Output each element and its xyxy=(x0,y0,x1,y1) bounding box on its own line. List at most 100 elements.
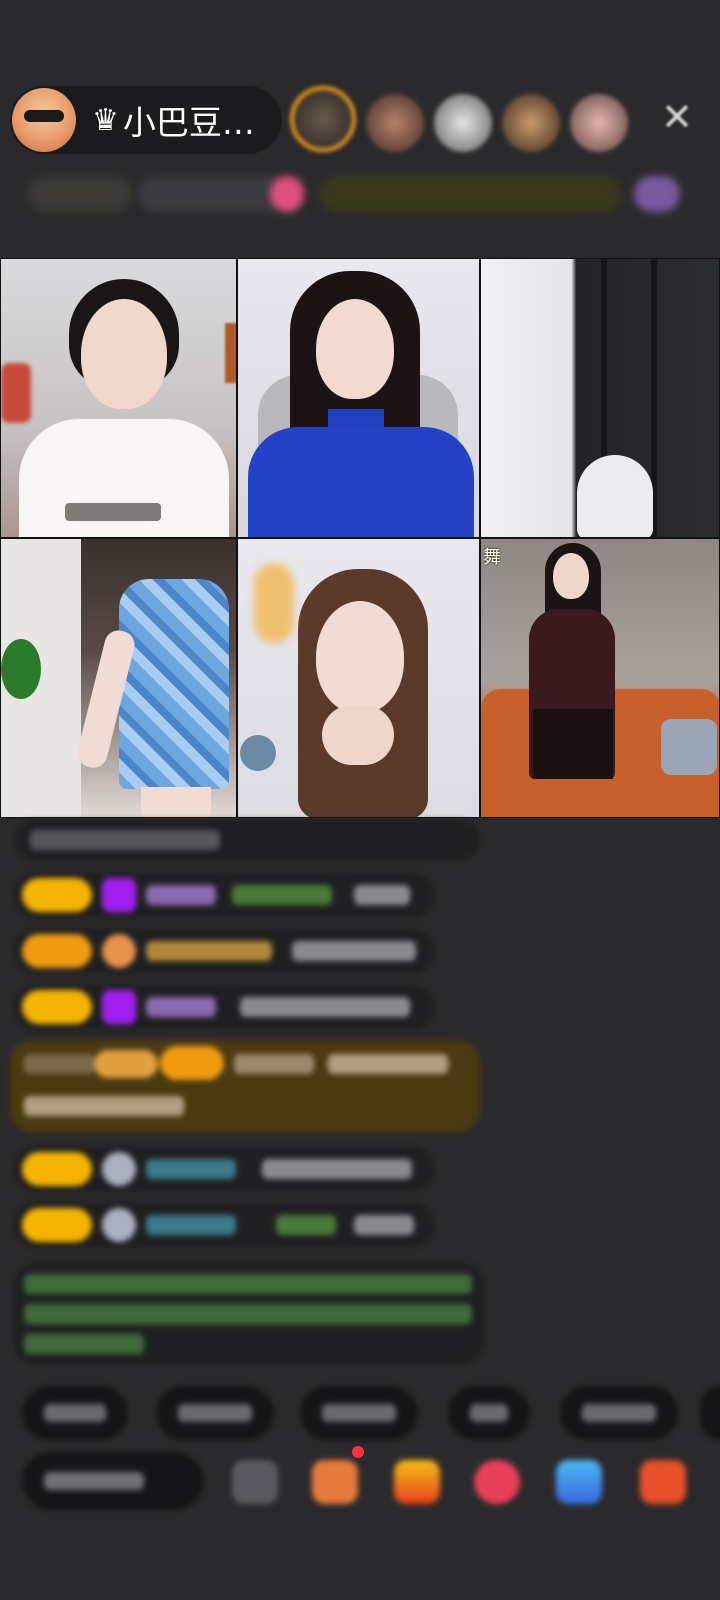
video-grid: 舞 xyxy=(0,258,720,818)
level-badge xyxy=(160,1046,224,1080)
chat-username xyxy=(146,1215,236,1235)
video-tile[interactable] xyxy=(0,258,237,538)
viewer-avatar[interactable] xyxy=(434,94,492,152)
body xyxy=(248,427,474,537)
host-name[interactable]: ♛ 小巴豆… xyxy=(92,96,255,144)
status-chip xyxy=(270,176,304,212)
status-bar xyxy=(22,172,686,216)
skirt xyxy=(533,709,613,779)
chat-username xyxy=(146,941,272,961)
chat-text xyxy=(354,1215,414,1235)
face xyxy=(81,299,167,409)
level-badge xyxy=(22,1152,92,1186)
leg xyxy=(141,787,211,817)
notice-text xyxy=(24,1334,144,1354)
heart-icon[interactable] xyxy=(474,1460,520,1504)
quick-reply-chip[interactable] xyxy=(700,1386,720,1440)
host-info[interactable]: ♛ 小巴豆… xyxy=(10,86,282,154)
video-tile[interactable] xyxy=(0,538,237,818)
quick-reply-chip[interactable] xyxy=(300,1386,418,1440)
face xyxy=(553,553,589,599)
video-tile[interactable] xyxy=(480,258,720,538)
decoration xyxy=(254,563,294,643)
video-tile[interactable] xyxy=(237,538,480,818)
chat-message xyxy=(14,984,434,1030)
caption xyxy=(65,503,161,521)
notice-text xyxy=(24,1304,472,1324)
top-viewer-avatar[interactable] xyxy=(290,86,356,152)
chip-text xyxy=(178,1404,252,1422)
chat-username xyxy=(232,885,332,905)
chat-message xyxy=(14,872,434,918)
host-name-label: 小巴豆… xyxy=(122,103,255,142)
viewer-avatar[interactable] xyxy=(570,94,628,152)
chat-input[interactable] xyxy=(22,1452,204,1510)
quick-reply-chip[interactable] xyxy=(22,1386,128,1440)
avatar xyxy=(102,1208,136,1242)
plant xyxy=(1,639,41,699)
chip-text xyxy=(322,1404,396,1422)
notice-text xyxy=(24,1274,472,1294)
level-badge xyxy=(22,1208,92,1242)
viewer-avatar[interactable] xyxy=(366,94,424,152)
face xyxy=(316,601,404,713)
chat-message xyxy=(14,928,434,974)
video-tile[interactable] xyxy=(237,258,480,538)
decoration xyxy=(1,363,31,423)
level-badge xyxy=(22,990,92,1024)
chat-username xyxy=(234,1054,314,1074)
microphone xyxy=(240,735,276,771)
hand xyxy=(322,705,394,765)
quick-reply-chip[interactable] xyxy=(156,1386,274,1440)
input-placeholder xyxy=(44,1472,144,1490)
level-badge xyxy=(22,878,92,912)
host-avatar[interactable] xyxy=(12,88,76,152)
chip-text xyxy=(582,1404,656,1422)
fan-icon xyxy=(102,934,136,968)
emoji-icon[interactable] xyxy=(232,1460,278,1504)
chat-text xyxy=(354,885,410,905)
game-icon[interactable] xyxy=(556,1460,602,1504)
decoration xyxy=(225,323,236,383)
system-notice xyxy=(14,1262,484,1364)
chat-text xyxy=(262,1159,412,1179)
status-chip xyxy=(320,176,620,212)
gem-icon xyxy=(102,990,136,1024)
quick-reply-chip[interactable] xyxy=(560,1386,678,1440)
avatar xyxy=(102,1152,136,1186)
level-badge xyxy=(94,1050,158,1078)
chat-username xyxy=(146,997,216,1017)
notification-dot xyxy=(352,1446,364,1458)
chat-text xyxy=(24,1054,94,1074)
gem-icon xyxy=(102,878,136,912)
viewer-avatar[interactable] xyxy=(502,94,560,152)
neckband xyxy=(328,409,384,429)
gift-box-icon[interactable] xyxy=(312,1460,358,1504)
close-icon[interactable]: ✕ xyxy=(660,98,694,136)
chip-text xyxy=(470,1404,508,1422)
chip-text xyxy=(44,1404,106,1422)
chat-text xyxy=(328,1054,448,1074)
chat-text xyxy=(240,997,410,1017)
chat-message xyxy=(14,820,480,860)
level-badge xyxy=(22,934,92,968)
face xyxy=(316,299,394,399)
status-chip xyxy=(634,176,680,212)
chat-text xyxy=(30,830,220,850)
chat-message xyxy=(14,1202,434,1248)
pillow xyxy=(661,719,717,775)
gift-icon[interactable] xyxy=(640,1460,686,1504)
lucky-bag-icon[interactable] xyxy=(394,1460,440,1504)
quick-reply-chip[interactable] xyxy=(448,1386,530,1440)
plush-toy xyxy=(577,455,653,537)
glasses-decoration xyxy=(24,110,64,122)
chat-text xyxy=(292,941,416,961)
chat-message xyxy=(14,1146,434,1192)
tile-label: 舞 xyxy=(483,547,501,568)
chat-username xyxy=(276,1215,336,1235)
video-tile[interactable]: 舞 xyxy=(480,538,720,818)
chat-text xyxy=(24,1096,184,1116)
chat-username xyxy=(146,1159,236,1179)
status-chip xyxy=(28,176,132,212)
status-chip xyxy=(138,176,288,212)
